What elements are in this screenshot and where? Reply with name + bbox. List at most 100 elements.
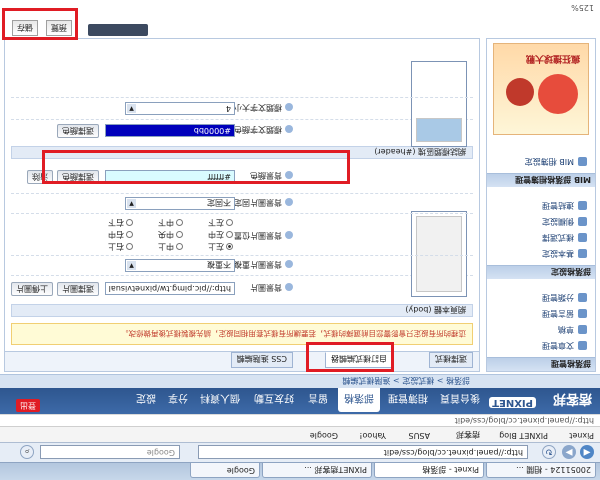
position-radio[interactable]: 右上 [108,241,133,252]
palette-icon [578,233,587,242]
sidebar: 部落格管理 文章管理 草稿 留言管理 分類管理 部落格設定 基本設定 樣式選擇 … [486,38,596,372]
highlight-header-bgcolor [42,150,350,184]
breadcrumb: 部落格 > 樣式設定 > 進階樣式編輯 [0,374,600,388]
nav-item-home[interactable]: 後台首頁 [440,392,480,407]
ladybug-icon [506,78,534,106]
upload-image-button[interactable]: 上傳圖片 [11,282,53,296]
browser-tab-label: PIXNET痞客邦 ... [304,465,367,474]
sidebar-item[interactable]: 樣式選擇 [542,232,587,243]
search-input[interactable]: Google [40,445,180,459]
bookmark-item[interactable]: Google [310,431,338,440]
title-color-input[interactable]: #0000bb [105,124,235,137]
search-icon[interactable]: ⌕ [20,445,34,459]
chevron-down-icon: ▼ [127,104,136,113]
row-title-size: 標題文字大小 4 ▼ [11,97,473,119]
nav-item-profile[interactable]: 個人資料 [200,392,240,407]
title-size-select[interactable]: 4 ▼ [125,102,235,115]
address-input[interactable]: http://panel.pixnet.cc/blog/css/edit [198,445,528,459]
editor-mini-toolbar[interactable] [88,24,148,36]
sidebar-item[interactable]: 側欄設定 [542,216,587,227]
bg-repeat-select[interactable]: 不重複 ▼ [125,259,235,272]
label-text: 背景圖片 [250,283,282,292]
forward-icon[interactable]: ▶ [562,445,576,459]
info-icon [285,260,293,269]
radio-label: 右下 [108,218,124,227]
position-radio[interactable]: 中下 [158,217,183,228]
nav-item-settings[interactable]: 設定 [136,392,156,407]
back-icon[interactable]: ◀ [580,445,594,459]
position-radio[interactable]: 右中 [108,229,133,240]
rotated-screenshot: 20051124 - 相關 ... Pixnet - 部落格 PIXNET痞客邦… [0,0,600,480]
title-size-label: 標題文字大小 [234,102,293,113]
nav-item-friends[interactable]: 好友互動 [254,392,294,407]
nav-item-share[interactable]: 分享 [168,392,188,407]
draft-icon [578,325,587,334]
sidebar-item-label: 草稿 [558,325,574,334]
chevron-down-icon: ▼ [127,261,136,270]
choose-image-button[interactable]: 選擇圖片 [57,282,99,296]
sidebar-item-label: 基本設定 [542,249,574,258]
breadcrumb-text: 部落格 > 樣式設定 > 進階樣式編輯 [342,376,470,385]
row-bg-fixed: 背景圖片固定 不固定 ▼ [11,193,473,213]
nav-item-album[interactable]: 相簿管理 [388,392,428,407]
position-radio[interactable]: 中上 [158,241,183,252]
sidebar-item-label: MIB 相簿設定 [524,157,574,166]
position-radio[interactable]: 左下 [208,217,233,228]
sidebar-item-label: 留言管理 [542,309,574,318]
layout-icon [578,217,587,226]
tab-css-advanced[interactable]: CSS 進階編輯 [230,352,293,368]
bookmark-item[interactable]: ASUS [409,431,430,440]
browser-tab[interactable]: Google [190,463,260,478]
zoom-status: 125% [571,3,594,12]
bg-repeat-label: 背景圖片重複 [234,259,293,270]
logout-badge[interactable]: 登出 [16,399,40,412]
logo-tag: PIXNET [489,397,536,408]
browser-tab[interactable]: PIXNET痞客邦 ... [262,463,372,478]
position-radio[interactable]: 左中 [208,229,233,240]
position-radio[interactable]: 中央 [158,229,183,240]
tab-choose-style[interactable]: 選擇樣式 [429,352,473,368]
browser-tab[interactable]: 20051124 - 相關 ... [486,463,596,478]
pick-title-color-button[interactable]: 選擇顏色 [57,124,99,138]
bg-image-input[interactable]: http://pic.pimg.tw/pixnetvisual [105,282,235,295]
row-bg-position: 背景圖片位置 左上 中上 右上 左中 中央 右中 左下 中下 右下 [11,213,473,255]
label-text: 背景圖片重複 [234,260,282,269]
site-logo[interactable]: 痞客邦 [553,391,592,410]
gear-icon [578,249,587,258]
position-radio[interactable]: 左上 [208,241,233,252]
promo-banner[interactable]: 瘋狂撞球大戰 [493,43,589,135]
bookmark-item[interactable]: Pixnet [569,431,594,440]
nav-item-blog[interactable]: 部落格 [338,388,380,412]
nav-item-guestbook[interactable]: 留言 [308,392,328,407]
browser-tab-label: Pixnet - 部落格 [422,465,479,474]
refresh-icon[interactable]: ↻ [542,445,556,459]
sidebar-item[interactable]: 草稿 [558,324,587,335]
bookmark-item[interactable]: Yahoo! [359,431,386,440]
sidebar-item-label: 連結管理 [542,201,574,210]
bookmark-item[interactable]: PIXNET Blog [499,431,548,440]
chevron-down-icon: ▼ [127,199,136,208]
row-title-color: 標題文字顏色 #0000bb 選擇顏色 [11,61,473,147]
page-url-hint: http://panel.pixnet.cc/blog/css/edit [454,416,594,425]
bg-fixed-select[interactable]: 不固定 ▼ [125,197,235,210]
preview-header-block [416,118,462,142]
ladybug-icon [538,74,578,114]
sidebar-item[interactable]: 連結管理 [542,200,587,211]
radio-dot [176,243,183,250]
select-value: 不固定 [207,198,231,207]
bookmark-item[interactable]: 痞客邦 [456,429,480,440]
bookmarks-bar: Pixnet PIXNET Blog 痞客邦 ASUS Yahoo! Googl… [0,426,600,442]
radio-label: 右中 [108,230,124,239]
radio-dot [126,219,133,226]
sidebar-item[interactable]: MIB 相簿設定 [525,156,587,167]
highlight-save-area [2,8,78,40]
sidebar-item[interactable]: 留言管理 [542,308,587,319]
sidebar-item[interactable]: 分類管理 [542,292,587,303]
browser-tab-active[interactable]: Pixnet - 部落格 [374,463,484,478]
position-radio[interactable]: 右下 [108,217,133,228]
radio-label: 中下 [158,218,174,227]
bg-position-label: 背景圖片位置 [234,230,293,241]
sidebar-item[interactable]: 文章管理 [542,340,587,351]
sidebar-item[interactable]: 基本設定 [542,248,587,259]
address-bar-row: ◀ ▶ ↻ http://panel.pixnet.cc/blog/css/ed… [0,442,600,462]
